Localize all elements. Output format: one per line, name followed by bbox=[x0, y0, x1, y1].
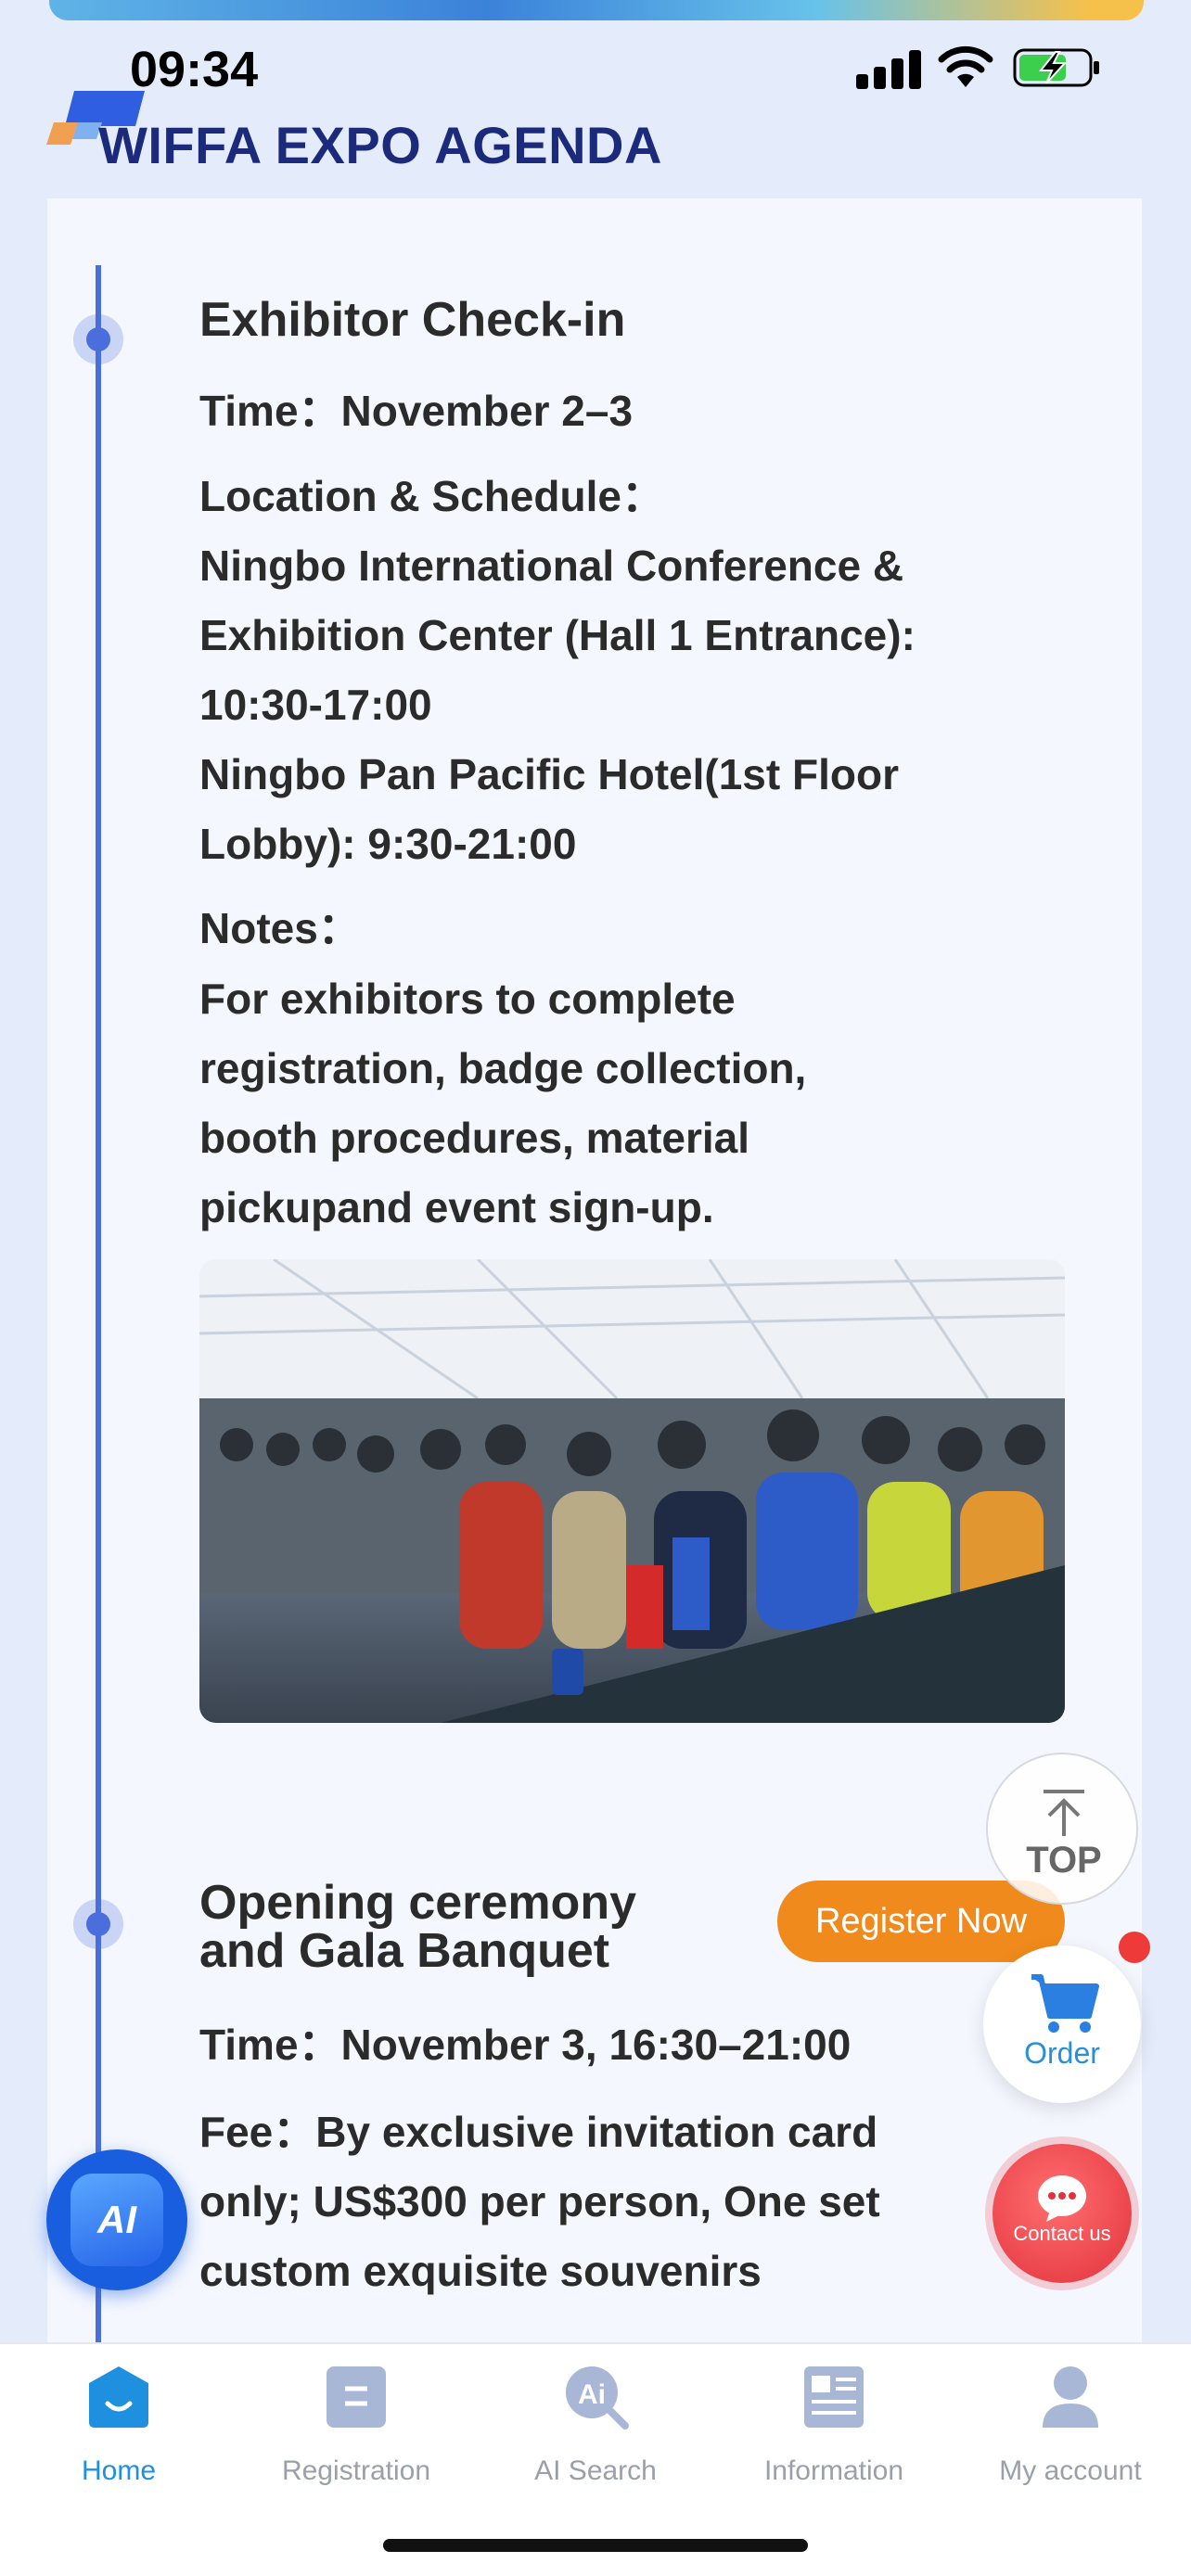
battery-charging-icon bbox=[1013, 48, 1099, 87]
app-header: WIFFA EXPO AGENDA bbox=[46, 82, 788, 174]
page-title: WIFFA EXPO AGENDA bbox=[98, 116, 662, 174]
contact-label: Contact us bbox=[1013, 2222, 1111, 2245]
nav-label: AI Search bbox=[534, 2455, 657, 2486]
event-time: Time：November 3, 16:30–21:00 bbox=[199, 2010, 851, 2080]
notes-line: booth procedures, material bbox=[199, 1114, 750, 1162]
ai-assistant-button[interactable]: AI bbox=[46, 2149, 187, 2290]
notes-line: For exhibitors to complete bbox=[199, 975, 736, 1023]
event-title: Exhibitor Check-in bbox=[199, 293, 626, 347]
top-label: TOP bbox=[1026, 1840, 1102, 1881]
timeline-line bbox=[96, 265, 101, 2352]
location-schedule: Ningbo International Conference & Exhibi… bbox=[199, 531, 1062, 879]
notes-line: pickupand event sign-up. bbox=[199, 1183, 714, 1231]
nav-item-ai-search[interactable]: Ai AI Search bbox=[484, 2363, 707, 2493]
nav-label: Home bbox=[81, 2455, 157, 2486]
nav-item-registration[interactable]: Registration bbox=[245, 2363, 467, 2493]
time-value: November 3, 16:30–21:00 bbox=[340, 2021, 852, 2069]
time-label: Time： bbox=[199, 2021, 341, 2069]
nav-item-home[interactable]: Home bbox=[7, 2363, 230, 2493]
checkin-crowd-illustration bbox=[199, 1259, 1065, 1723]
nav-item-information[interactable]: Information bbox=[723, 2363, 945, 2493]
ai-search-icon: Ai bbox=[566, 2366, 629, 2429]
nav-label: My account bbox=[999, 2455, 1142, 2486]
scroll-to-top-button[interactable]: TOP bbox=[986, 1753, 1138, 1905]
cellular-signal-icon bbox=[856, 46, 921, 89]
notes-text: For exhibitors to complete registration,… bbox=[199, 964, 1062, 1243]
nav-item-my-account[interactable]: My account bbox=[959, 2363, 1182, 2493]
notes-label: Notes： bbox=[199, 904, 361, 952]
location-label: Location & Schedule： bbox=[199, 472, 664, 520]
chat-bubble-icon bbox=[1038, 2175, 1086, 2222]
event-fee: Fee：By exclusive invitation card only; U… bbox=[199, 2098, 1127, 2306]
fee-line-text: By exclusive invitation card bbox=[315, 2108, 878, 2156]
fee-line: only; US$300 per person, One set bbox=[199, 2177, 880, 2225]
wifi-icon bbox=[938, 45, 993, 87]
ai-label: AI bbox=[70, 2174, 163, 2266]
order-label: Order bbox=[1024, 2036, 1100, 2070]
location-line: Exhibition Center (Hall 1 Entrance): bbox=[199, 611, 916, 659]
timeline-dot bbox=[73, 1899, 123, 1949]
fee-label: Fee： bbox=[199, 2108, 316, 2156]
event-title: Opening ceremony and Gala Banquet bbox=[199, 1879, 636, 1975]
svg-text:Ai: Ai bbox=[578, 2379, 606, 2410]
location-line: Ningbo Pan Pacific Hotel(1st Floor bbox=[199, 750, 899, 798]
event-time: Time：November 2–3 bbox=[199, 376, 633, 446]
fee-line: custom exquisite souvenirs bbox=[199, 2247, 762, 2295]
top-banner-strip bbox=[49, 0, 1144, 20]
event-title-line: and Gala Banquet bbox=[199, 1924, 610, 1978]
location-line: Lobby): 9:30-21:00 bbox=[199, 820, 577, 868]
time-value: November 2–3 bbox=[340, 387, 634, 435]
registration-icon bbox=[327, 2366, 386, 2428]
event-title-line: Opening ceremony bbox=[199, 1876, 636, 1930]
fee-line: Fee：By exclusive invitation card bbox=[199, 2098, 1127, 2167]
contact-us-button[interactable]: Contact us bbox=[992, 2144, 1132, 2283]
order-button[interactable]: Order bbox=[983, 1945, 1141, 2103]
account-icon bbox=[1043, 2366, 1098, 2428]
location-line: 10:30-17:00 bbox=[199, 681, 432, 729]
time-label: Time： bbox=[199, 387, 341, 435]
home-indicator bbox=[383, 2539, 808, 2552]
checkin-photo bbox=[199, 1259, 1065, 1723]
timeline-dot bbox=[73, 314, 123, 364]
location-line: Ningbo International Conference & bbox=[199, 542, 904, 590]
nav-label: Information bbox=[763, 2455, 904, 2486]
home-icon bbox=[89, 2366, 148, 2428]
shopping-cart-icon bbox=[1031, 1974, 1099, 2033]
arrow-up-icon bbox=[1044, 1790, 1084, 1836]
nav-label: Registration bbox=[281, 2455, 431, 2486]
information-icon bbox=[804, 2366, 864, 2428]
notes-line: registration, badge collection, bbox=[199, 1044, 807, 1092]
notification-dot bbox=[1119, 1932, 1150, 1963]
